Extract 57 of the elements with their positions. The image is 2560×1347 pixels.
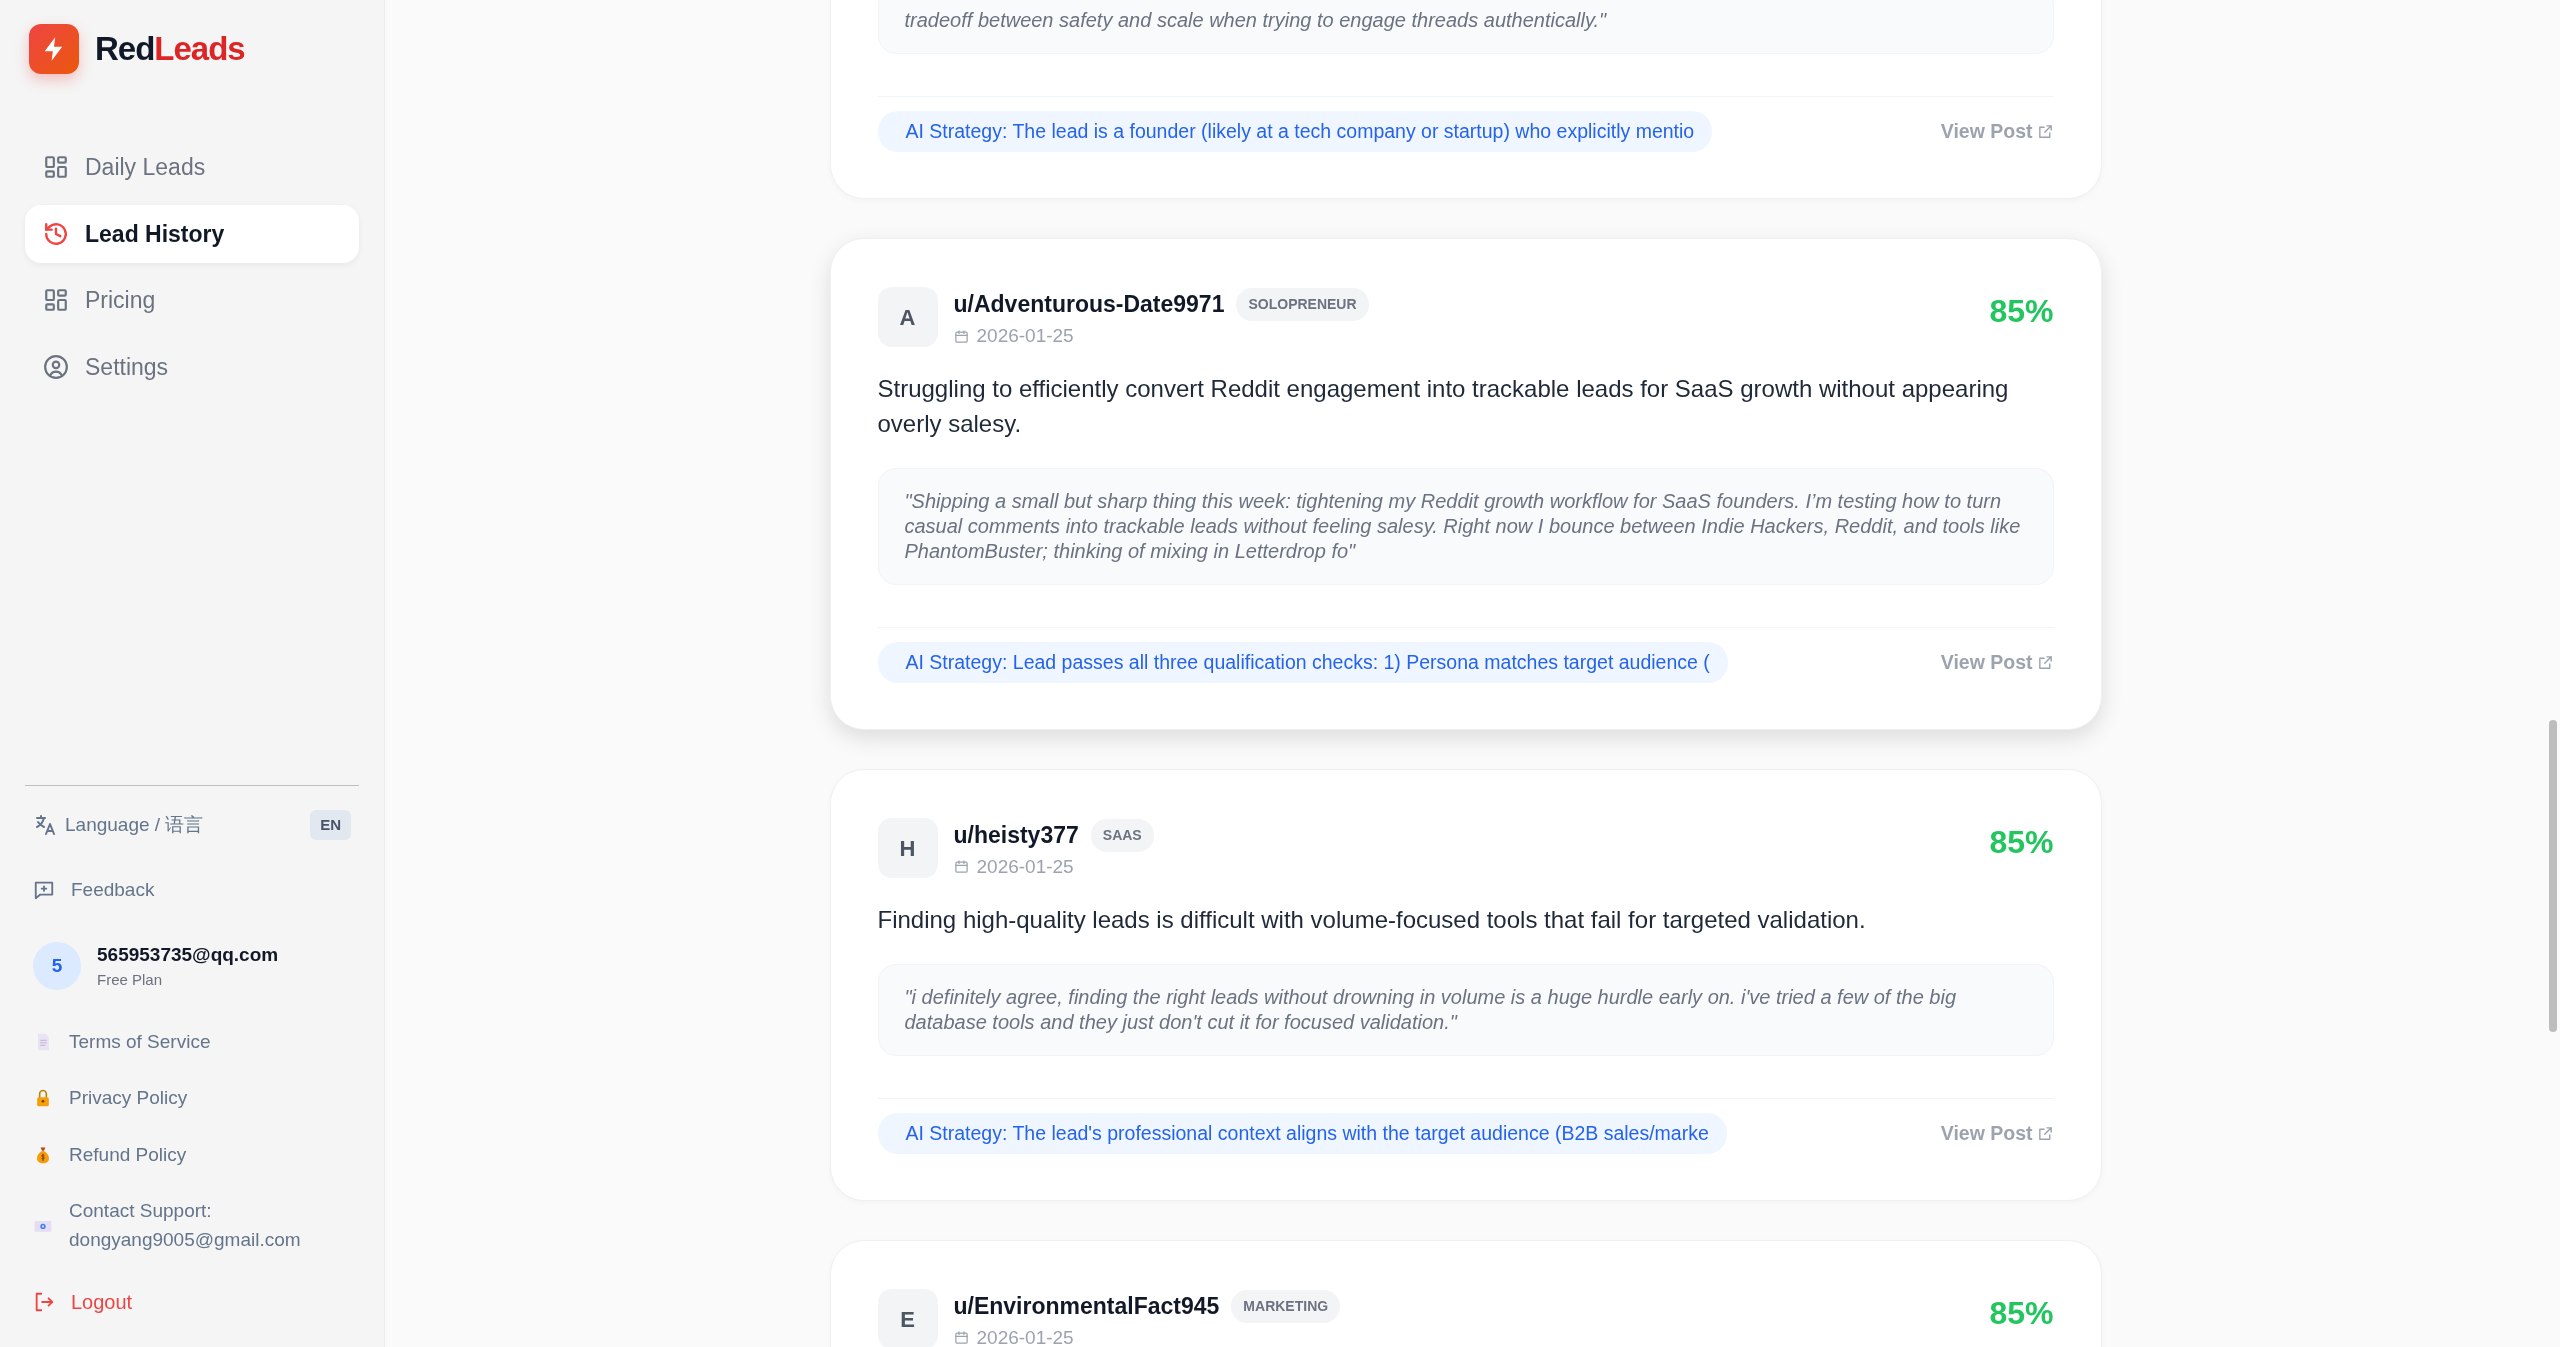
user-avatar: 5	[33, 942, 81, 990]
user-avatar: A	[877, 287, 938, 348]
brand-name: RedLeads	[95, 29, 245, 70]
nav-item[interactable]: Daily Leads	[25, 138, 359, 197]
view-post-link[interactable]: View Post	[1940, 1118, 2054, 1149]
user-plan: Free Plan	[97, 970, 164, 990]
logout-link[interactable]: Logout	[71, 1287, 133, 1317]
post-quote: tradeoff between safety and scale when trying to engage threads authentically."	[877, 0, 2054, 54]
view-post-link[interactable]: View Post	[1940, 647, 2054, 678]
translate-icon	[33, 812, 57, 837]
footer-link[interactable]: Contact Support: dongyang9005@gmail.com	[69, 1197, 349, 1254]
calendar-icon	[953, 1330, 969, 1346]
logo-icon	[29, 24, 79, 74]
history-icon	[43, 220, 69, 247]
ai-strategy-pill: AI Strategy: Lead passes all three qualification checks: 1) Persona matches target audience (	[877, 641, 1728, 684]
post-quote: "i definitely agree, finding the right leads without drowning in volume is a huge hurdle early on. i've tried a few of the big database tools and they just don't cut it for focused validation."	[877, 963, 2054, 1056]
logout-icon	[33, 1291, 55, 1313]
nav-item[interactable]: Settings	[25, 337, 359, 396]
match-score: 85%	[1989, 1294, 2054, 1334]
match-score: 85%	[1989, 292, 2054, 332]
post-date: 2026-01-25	[976, 1325, 1074, 1347]
username[interactable]: u/EnvironmentalFact945	[953, 1289, 1220, 1324]
footer-link[interactable]: Privacy Policy	[69, 1084, 188, 1113]
user-avatar: E	[877, 1289, 938, 1347]
scroll-thumb[interactable]	[2549, 720, 2557, 1032]
user-avatar: H	[877, 818, 938, 879]
lead-summary: Finding high-quality leads is difficult with volume-focused tools that fail for targeted validation.	[877, 905, 1867, 936]
post-date: 2026-01-25	[976, 854, 1074, 879]
nav-item[interactable]: Pricing	[25, 271, 359, 330]
footer-link[interactable]: Refund Policy	[69, 1140, 187, 1169]
language-label[interactable]: Language / 语言	[65, 810, 204, 839]
calendar-icon	[953, 328, 969, 344]
external-link-icon	[2036, 123, 2054, 141]
ai-strategy-pill: AI Strategy: The lead is a founder (likely at a tech company or startup) who explicitly mentio	[877, 111, 1713, 153]
feedback-link[interactable]: Feedback	[71, 876, 155, 905]
view-post-link[interactable]: View Post	[1940, 117, 2054, 147]
grid-icon	[43, 154, 69, 181]
external-link-icon	[2036, 1125, 2054, 1142]
chat-plus-icon	[33, 879, 55, 902]
footer-link[interactable]: Terms of Service	[69, 1027, 211, 1056]
ai-strategy-pill: AI Strategy: The lead's professional context aligns with the target audience (B2B sales/marke	[877, 1112, 1727, 1155]
match-score: 85%	[1989, 823, 2054, 863]
post-date: 2026-01-25	[976, 323, 1074, 348]
nav-item[interactable]: Lead History	[25, 204, 359, 263]
category-tag: SOLOPRENEUR	[1236, 288, 1369, 321]
calendar-icon	[953, 859, 969, 875]
language-code[interactable]: EN	[310, 809, 351, 840]
username[interactable]: u/heisty377	[953, 818, 1079, 853]
user-circle-icon	[43, 353, 69, 380]
category-tag: SAAS	[1090, 818, 1154, 852]
grid-icon	[43, 287, 69, 314]
category-tag: MARKETING	[1231, 1289, 1341, 1323]
username[interactable]: u/Adventurous-Date9971	[953, 287, 1225, 322]
external-link-icon	[2036, 653, 2054, 671]
lead-summary: Struggling to efficiently convert Reddit engagement into trackable leads for SaaS growth without appearing overly salesy.	[877, 374, 2010, 440]
user-email: 565953735@qq.com	[97, 942, 279, 967]
post-quote: "Shipping a small but sharp thing this week: tightening my Reddit growth workflow for SaaS founders. I’m testing how to turn casual comments into trackable leads without feeling salesy. Right now I bounce between Indie Hackers, Reddit, and tools like PhantomBuster; thinking of mixing in Letterdrop fo"	[877, 467, 2054, 585]
